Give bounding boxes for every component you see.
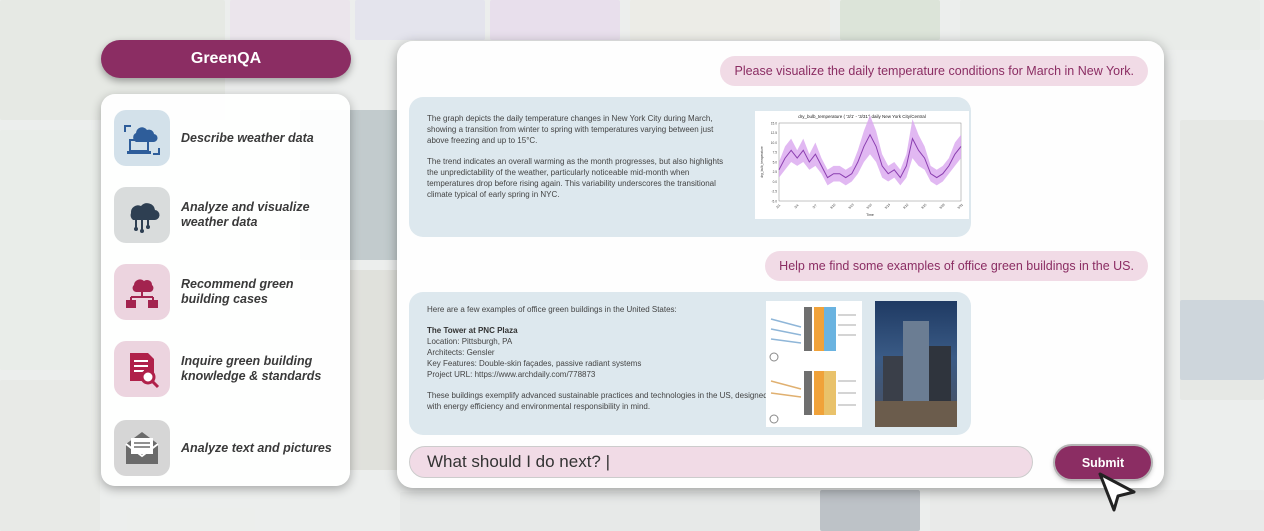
- feature-panel: Describe weather data Analyze and visual…: [101, 94, 350, 486]
- x-tick-label: 3/4: [794, 203, 800, 209]
- x-tick-label: 3/7: [812, 203, 818, 209]
- feature-analyze-weather[interactable]: Analyze and visualize weather data: [114, 185, 350, 245]
- chart-title: dry_bulb_temperature ( '3/1' - '3/31') d…: [798, 114, 926, 119]
- building-detail: Key Features: Double-skin façades, passi…: [427, 359, 642, 368]
- y-tick-label: -2.5: [772, 190, 778, 194]
- building-detail: Project URL: https://www.archdaily.com/7…: [427, 370, 596, 379]
- app-title: GreenQA: [101, 40, 351, 78]
- feature-describe-weather[interactable]: Describe weather data: [114, 108, 350, 168]
- y-tick-label: 7.5: [773, 151, 778, 155]
- feature-analyze-text-pictures[interactable]: Analyze text and pictures: [114, 418, 350, 478]
- document-search-icon: [114, 341, 170, 397]
- x-tick-label: 3/22: [902, 203, 909, 210]
- assistant-message: The graph depicts the daily temperature …: [409, 97, 971, 237]
- x-tick-label: 3/16: [866, 203, 873, 210]
- cloud-network-icon: [114, 187, 170, 243]
- x-tick-label: 3/19: [884, 203, 891, 210]
- chat-input[interactable]: What should I do next? |: [409, 446, 1033, 478]
- feature-label: Describe weather data: [181, 130, 314, 145]
- x-tick-label: 3/31: [957, 203, 964, 210]
- y-tick-label: 10.0: [771, 141, 777, 145]
- y-tick-label: 15.0: [771, 121, 777, 125]
- feature-inquire-knowledge[interactable]: Inquire green building knowledge & stand…: [114, 339, 350, 399]
- building-name: The Tower at PNC Plaza: [427, 326, 518, 335]
- x-tick-label: 3/13: [847, 203, 854, 210]
- x-tick-label: 3/28: [938, 203, 945, 210]
- temperature-chart: dry_bulb_temperature ( '3/1' - '3/31') d…: [755, 111, 969, 219]
- feature-label: Inquire green building knowledge & stand…: [181, 354, 322, 383]
- y-tick-label: 0.0: [773, 180, 778, 184]
- message-paragraph: The trend indicates an overall warming a…: [427, 157, 724, 199]
- x-tick-label: 3/10: [829, 203, 836, 210]
- feature-label: Recommend green building cases: [181, 277, 294, 306]
- building-detail: Architects: Gensler: [427, 348, 495, 357]
- feature-recommend-cases[interactable]: Recommend green building cases: [114, 262, 350, 322]
- facade-diagram-image: [766, 301, 862, 427]
- message-paragraph: The graph depicts the daily temperature …: [427, 114, 714, 145]
- y-tick-label: 12.5: [771, 131, 777, 135]
- building-detail: Location: Pittsburgh, PA: [427, 337, 513, 346]
- building-hierarchy-icon: [114, 264, 170, 320]
- building-photo: [875, 301, 957, 427]
- message-intro: Here are a few examples of office green …: [427, 305, 677, 314]
- user-message: Please visualize the daily temperature c…: [720, 56, 1148, 86]
- x-tick-label: 3/25: [920, 203, 927, 210]
- x-tick-label: 3/1: [775, 203, 781, 209]
- y-tick-label: 5.0: [773, 160, 778, 164]
- y-tick-label: 2.5: [773, 170, 778, 174]
- y-axis-label: dry_bulb_temperature: [760, 146, 764, 177]
- cloud-laptop-icon: [114, 110, 170, 166]
- y-tick-label: -5.0: [772, 199, 778, 203]
- user-message: Help me find some examples of office gre…: [765, 251, 1148, 281]
- confidence-band: [779, 115, 961, 186]
- feature-label: Analyze and visualize weather data: [181, 200, 310, 229]
- envelope-icon: [114, 420, 170, 476]
- mouse-cursor-icon: [1098, 472, 1136, 512]
- feature-label: Analyze text and pictures: [181, 440, 332, 455]
- assistant-message: Here are a few examples of office green …: [409, 292, 971, 435]
- message-closing: These buildings exemplify advanced susta…: [427, 391, 768, 411]
- chat-window: Please visualize the daily temperature c…: [397, 41, 1164, 488]
- x-axis-label: Time: [866, 213, 874, 217]
